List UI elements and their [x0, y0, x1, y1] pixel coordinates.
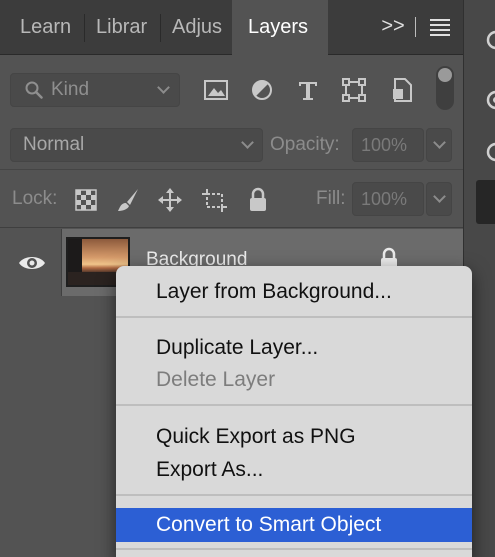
- fill-input[interactable]: 100%: [352, 182, 424, 216]
- chevron-down-icon: [241, 136, 254, 149]
- search-icon: [25, 81, 43, 99]
- menu-item-duplicate-layer[interactable]: Duplicate Layer...: [116, 332, 472, 364]
- filter-kind-label: Kind: [51, 79, 90, 100]
- tab-adjustments[interactable]: Adjus: [160, 0, 232, 55]
- menu-separator: [116, 548, 472, 550]
- menu-item-delete-layer: Delete Layer: [156, 368, 276, 391]
- menu-separator: [116, 404, 472, 406]
- fill-label: Fill:: [316, 188, 346, 209]
- layer-context-menu: Layer from Background... Duplicate Layer…: [116, 266, 472, 557]
- filter-toggle-knob: [438, 68, 452, 82]
- panel-menu-icon[interactable]: [430, 19, 450, 36]
- lock-label: Lock:: [12, 188, 58, 209]
- eye-icon[interactable]: [18, 253, 46, 273]
- menu-item-layer-from-background[interactable]: Layer from Background...: [116, 276, 472, 308]
- chevron-down-icon: [157, 81, 170, 94]
- panel-icon[interactable]: [482, 28, 495, 52]
- menu-separator: [116, 494, 472, 496]
- adjustment-layer-filter-icon[interactable]: [246, 74, 278, 106]
- menu-item-convert-to-smart-object[interactable]: Convert to Smart Object: [116, 508, 472, 542]
- tab-bar-divider: [415, 17, 416, 37]
- lock-artboard-icon[interactable]: [200, 186, 228, 214]
- filter-kind-select[interactable]: Kind: [10, 73, 180, 107]
- panel-collapsed-tab[interactable]: [476, 180, 495, 224]
- tab-libraries[interactable]: Librar: [84, 0, 160, 55]
- photoshop-layers-screen: Learn Librar Adjus Layers >> Kind Normal…: [0, 0, 495, 557]
- fill-dropdown-button[interactable]: [426, 182, 452, 216]
- filter-row: Kind: [0, 56, 463, 120]
- opacity-input[interactable]: 100%: [352, 128, 424, 162]
- chevron-down-icon: [433, 190, 446, 203]
- tab-layers[interactable]: Layers: [232, 0, 328, 56]
- filter-toggle-switch[interactable]: [436, 66, 454, 110]
- chevron-down-icon: [433, 136, 446, 149]
- more-tabs-button[interactable]: >>: [380, 0, 406, 55]
- pixel-layer-filter-icon[interactable]: [200, 74, 232, 106]
- menu-item-export-as[interactable]: Export As...: [116, 454, 472, 486]
- shape-layer-filter-icon[interactable]: [338, 74, 370, 106]
- lock-all-icon[interactable]: [244, 186, 272, 214]
- lock-row: Lock: Fill: 100%: [0, 172, 463, 228]
- blend-row: Normal Opacity: 100%: [0, 120, 463, 170]
- type-layer-filter-icon[interactable]: [292, 74, 324, 106]
- opacity-dropdown-button[interactable]: [426, 128, 452, 162]
- menu-separator: [116, 316, 472, 318]
- panel-icon[interactable]: [482, 140, 495, 164]
- panel-icon[interactable]: [482, 88, 495, 112]
- lock-image-pixels-brush-icon[interactable]: [114, 186, 142, 214]
- menu-item-quick-export-png[interactable]: Quick Export as PNG: [116, 421, 472, 453]
- lock-position-move-icon[interactable]: [156, 186, 184, 214]
- panel-tab-bar: Learn Librar Adjus Layers >>: [0, 0, 463, 56]
- smart-object-filter-icon[interactable]: [386, 74, 418, 106]
- tab-learn[interactable]: Learn: [8, 0, 88, 55]
- layer-visibility-cell[interactable]: [0, 229, 62, 296]
- lock-transparent-pixels-icon[interactable]: [72, 186, 100, 214]
- blend-mode-select[interactable]: Normal: [10, 128, 263, 162]
- blend-mode-value: Normal: [23, 134, 85, 155]
- opacity-label: Opacity:: [270, 134, 340, 155]
